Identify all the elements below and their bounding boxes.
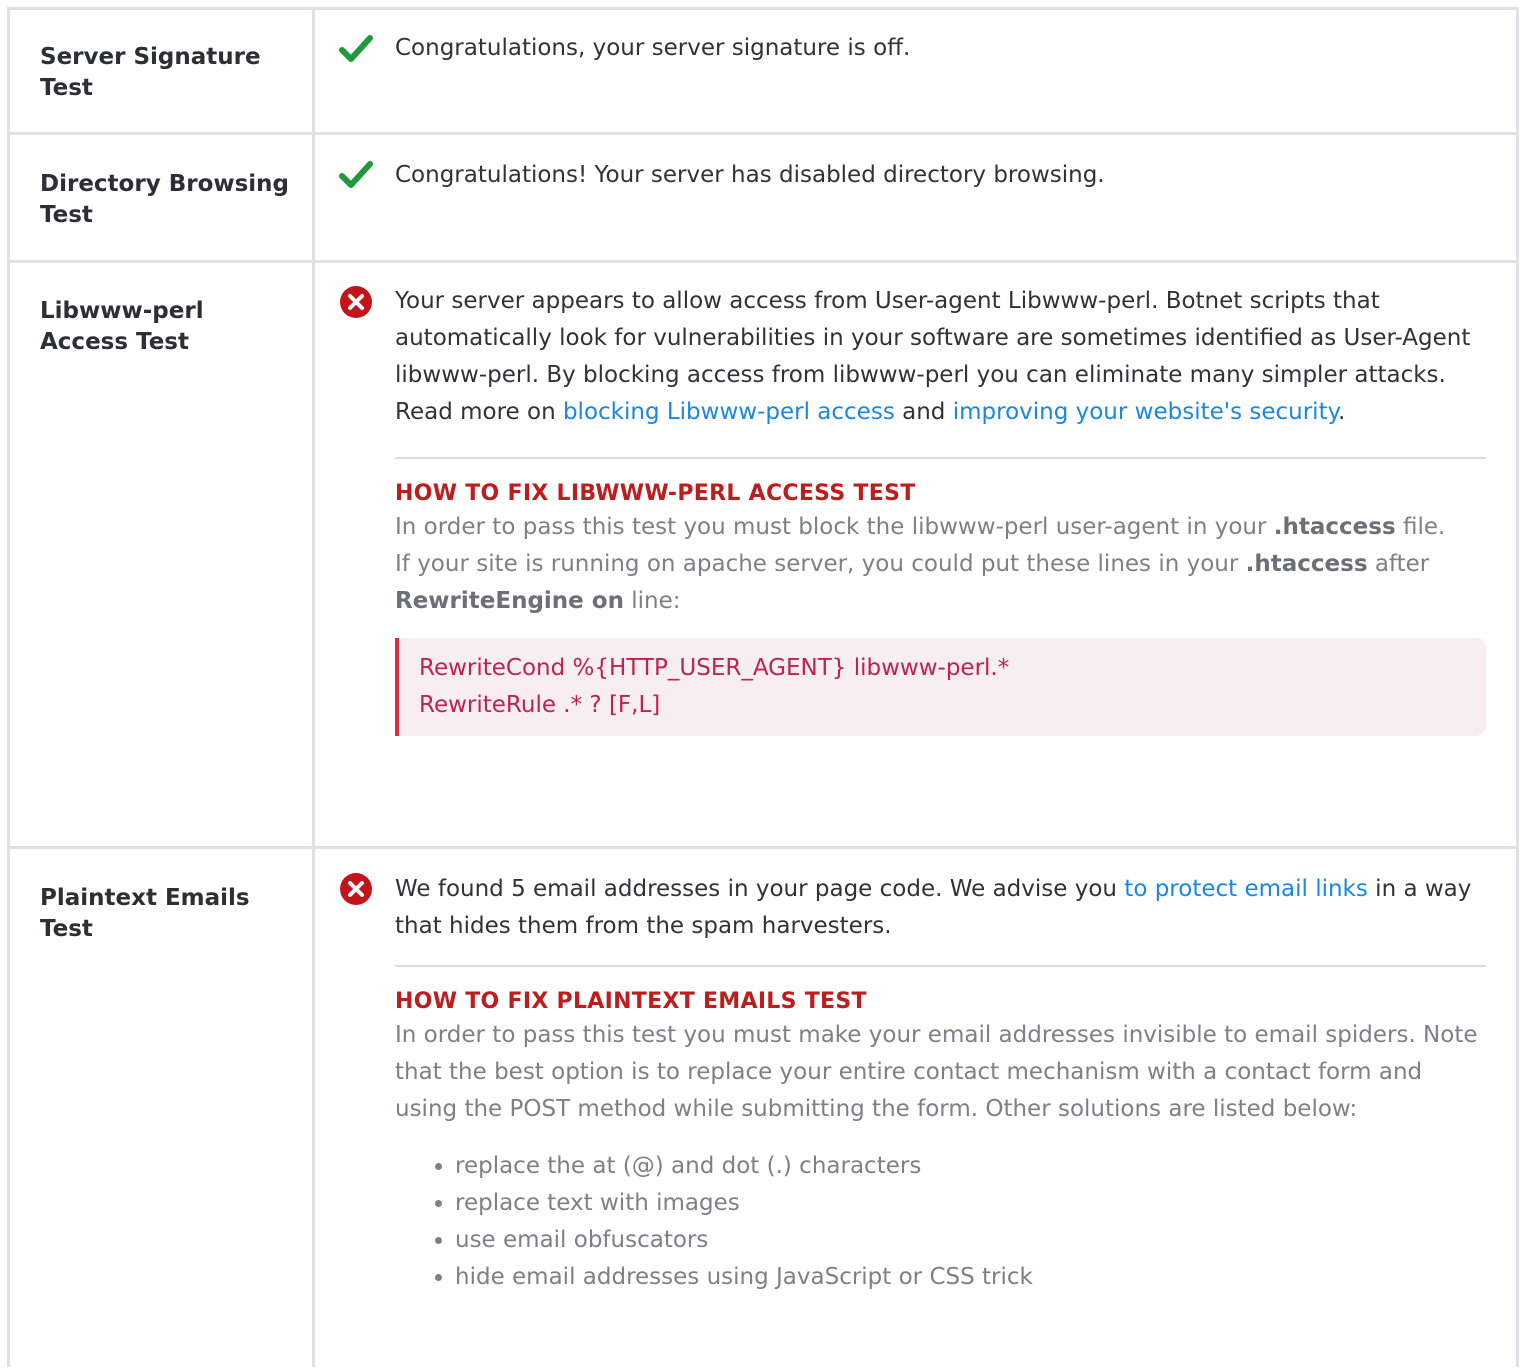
improving-security-link[interactable]: improving your website's security: [953, 399, 1338, 425]
list-item: replace the at (@) and dot (.) character…: [455, 1148, 1486, 1185]
code-line: RewriteRule .* ? [F,L]: [419, 692, 661, 718]
protect-email-links-link[interactable]: to protect email links: [1124, 876, 1368, 902]
result-row-libwww-perl: Libwww-perl Access Test Your server appe…: [10, 263, 1516, 849]
fix-options-list: replace the at (@) and dot (.) character…: [395, 1148, 1486, 1296]
test-message: We found 5 email addresses in your page …: [395, 876, 1472, 939]
test-title: Directory Browsing Test: [40, 171, 290, 228]
fix-title: HOW TO FIX PLAINTEXT EMAILS TEST: [395, 989, 867, 1014]
fix-instructions: In order to pass this test you must bloc…: [395, 514, 1446, 614]
list-item: use email obfuscators: [455, 1222, 1486, 1259]
error-circle-icon: [340, 873, 372, 905]
blocking-libwww-perl-link[interactable]: blocking Libwww-perl access: [563, 399, 895, 425]
list-item: hide email addresses using JavaScript or…: [455, 1259, 1486, 1296]
code-line: RewriteCond %{HTTP_USER_AGENT} libwww-pe…: [419, 655, 1010, 681]
test-title: Libwww-perl Access Test: [40, 298, 204, 355]
check-icon: [339, 35, 373, 62]
check-icon: [339, 161, 373, 188]
test-message: Congratulations! Your server has disable…: [395, 162, 1105, 188]
result-row-server-signature: Server Signature Test Congratulations, y…: [10, 10, 1516, 135]
test-title: Server Signature Test: [40, 44, 261, 101]
list-item: replace text with images: [455, 1185, 1486, 1222]
test-message: Your server appears to allow access from…: [395, 288, 1471, 425]
error-circle-icon: [340, 286, 372, 318]
fix-instructions: In order to pass this test you must make…: [395, 1022, 1478, 1122]
result-row-directory-browsing: Directory Browsing Test Congratulations!…: [10, 135, 1516, 263]
test-title: Plaintext Emails Test: [40, 885, 250, 942]
seo-results-table: Server Signature Test Congratulations, y…: [7, 7, 1519, 1367]
test-message: Congratulations, your server signature i…: [395, 35, 911, 61]
result-row-plaintext-emails: Plaintext Emails Test We found 5 email a…: [10, 849, 1516, 1369]
fix-title: HOW TO FIX LIBWWW-PERL ACCESS TEST: [395, 481, 916, 506]
code-block: RewriteCond %{HTTP_USER_AGENT} libwww-pe…: [395, 638, 1486, 736]
